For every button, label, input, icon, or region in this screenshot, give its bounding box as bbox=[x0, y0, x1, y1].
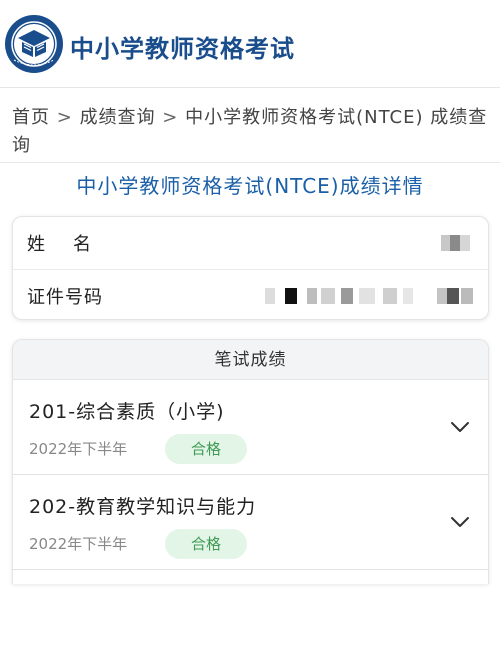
written-scores-title: 笔试成绩 bbox=[13, 340, 488, 380]
breadcrumb-home[interactable]: 首页 bbox=[12, 107, 50, 128]
site-title[interactable]: 中小学教师资格考试 bbox=[70, 29, 295, 64]
breadcrumb-separator: > bbox=[56, 107, 73, 128]
subject-name: 202-教育教学知识与能力 bbox=[29, 496, 257, 518]
subject-item[interactable]: 202-教育教学知识与能力 2022年下半年 合格 bbox=[13, 475, 488, 570]
name-row: 姓名 bbox=[13, 217, 488, 269]
candidate-info-card: 姓名 证件号码 bbox=[12, 216, 489, 320]
id-number-label: 证件号码 bbox=[27, 287, 103, 308]
written-scores-card: 笔试成绩 201-综合素质（小学) 2022年下半年 合格 202-教育教学知识… bbox=[12, 339, 489, 584]
subject-term: 2022年下半年 bbox=[29, 535, 128, 553]
site-header: 中小学教师资格考试 bbox=[0, 0, 500, 88]
id-row: 证件号码 bbox=[13, 269, 488, 319]
pass-status-badge: 合格 bbox=[165, 529, 247, 559]
pass-status-badge: 合格 bbox=[165, 434, 247, 464]
subject-term: 2022年下半年 bbox=[29, 440, 128, 458]
chevron-down-icon[interactable] bbox=[450, 420, 470, 434]
ntce-logo-icon[interactable] bbox=[4, 14, 64, 74]
breadcrumb: 首页 > 成绩查询 > 中小学教师资格考试(NTCE) 成绩查询 bbox=[12, 104, 492, 160]
chevron-down-icon[interactable] bbox=[450, 515, 470, 529]
breadcrumb-separator: > bbox=[162, 107, 179, 128]
subject-item[interactable]: 201-综合素质（小学) 2022年下半年 合格 bbox=[13, 380, 488, 475]
masked-name-value bbox=[441, 235, 471, 251]
page-title: 中小学教师资格考试(NTCE)成绩详情 bbox=[76, 174, 424, 198]
subject-name: 201-综合素质（小学) bbox=[29, 401, 225, 423]
breadcrumb-score-query[interactable]: 成绩查询 bbox=[80, 107, 156, 128]
masked-id-value bbox=[265, 288, 475, 304]
divider bbox=[0, 162, 500, 163]
name-label: 姓名 bbox=[27, 234, 119, 255]
